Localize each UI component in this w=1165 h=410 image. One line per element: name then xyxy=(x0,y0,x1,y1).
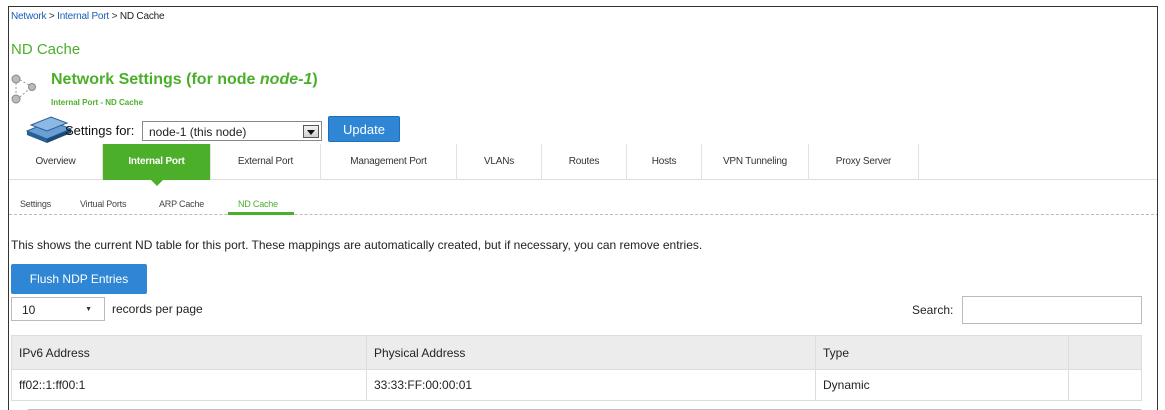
cell-ipv6-address: ff02::1:ff00:1 xyxy=(11,369,367,401)
network-settings-title-suffix: ) xyxy=(312,71,318,88)
cell-physical-address: 33:33:FF:00:00:01 xyxy=(366,369,816,401)
table-row: ff02::1:ff00:1 33:33:FF:00:00:01 Dynamic xyxy=(11,369,1142,401)
sub-tabs: Settings Virtual Ports ARP Cache ND Cach… xyxy=(9,197,1157,215)
search-label: Search: xyxy=(912,303,954,317)
tab-proxy-server[interactable]: Proxy Server xyxy=(809,144,919,180)
dropdown-arrow-icon[interactable] xyxy=(303,125,319,138)
tab-hosts[interactable]: Hosts xyxy=(627,144,702,180)
flush-ndp-entries-button[interactable]: Flush NDP Entries xyxy=(11,264,147,294)
tab-routes[interactable]: Routes xyxy=(542,144,627,180)
network-settings-title-prefix: Network Settings (for node xyxy=(51,71,260,88)
breadcrumb: Network > Internal Port > ND Cache xyxy=(11,11,165,22)
network-settings-title: Network Settings (for node node-1) xyxy=(51,71,318,89)
caret-down-icon: ▼ xyxy=(85,306,92,313)
breadcrumb-link-network[interactable]: Network xyxy=(11,11,46,22)
network-settings-subtitle: Internal Port - ND Cache xyxy=(51,98,144,107)
node-name: node-1 xyxy=(259,71,313,88)
network-nodes-icon xyxy=(11,74,36,104)
cell-actions xyxy=(1068,369,1142,401)
records-per-page-value: 10 xyxy=(22,303,36,317)
records-per-page-select[interactable]: 10 ▼ xyxy=(11,297,105,321)
column-header-actions xyxy=(1068,335,1142,370)
active-subtab-indicator xyxy=(228,212,294,215)
tab-internal-port[interactable]: Internal Port xyxy=(103,144,211,186)
settings-for-label: Settings for: xyxy=(65,123,135,138)
nd-cache-table: IPv6 Address Physical Address Type ff02:… xyxy=(11,335,1142,401)
breadcrumb-current: ND Cache xyxy=(119,11,165,22)
breadcrumb-link-internal-port[interactable]: Internal Port xyxy=(57,11,109,22)
records-per-page-label: records per page xyxy=(112,302,203,316)
settings-for-row: Settings for: node-1 (this node) Update xyxy=(25,115,425,145)
node-select[interactable]: node-1 (this node) xyxy=(142,121,322,141)
subtab-nd-cache[interactable]: ND Cache xyxy=(238,199,278,209)
main-tabs: Overview Internal Port External Port Man… xyxy=(9,144,1157,186)
subtab-arp-cache[interactable]: ARP Cache xyxy=(159,199,204,209)
subtab-virtual-ports[interactable]: Virtual Ports xyxy=(80,199,126,209)
breadcrumb-separator: > xyxy=(111,11,118,22)
breadcrumb-separator: > xyxy=(48,11,55,22)
tab-vlans[interactable]: VLANs xyxy=(457,144,542,180)
subtab-settings[interactable]: Settings xyxy=(20,199,51,209)
page-title: ND Cache xyxy=(11,41,81,58)
table-header-row: IPv6 Address Physical Address Type xyxy=(11,335,1142,370)
node-select-value: node-1 (this node) xyxy=(149,125,247,139)
tab-overview[interactable]: Overview xyxy=(9,144,103,180)
tab-management-port[interactable]: Management Port xyxy=(321,144,457,180)
column-header-physical-address[interactable]: Physical Address xyxy=(366,335,816,370)
page-description: This shows the current ND table for this… xyxy=(11,238,703,252)
update-button[interactable]: Update xyxy=(328,116,400,142)
column-header-type[interactable]: Type xyxy=(815,335,1069,370)
cell-type: Dynamic xyxy=(815,369,1069,401)
tab-vpn-tunneling[interactable]: VPN Tunneling xyxy=(702,144,809,180)
column-header-ipv6-address[interactable]: IPv6 Address xyxy=(11,335,367,370)
search-input[interactable] xyxy=(962,296,1142,324)
tab-external-port[interactable]: External Port xyxy=(211,144,321,180)
main-frame: Network > Internal Port > ND Cache ND Ca… xyxy=(8,6,1158,410)
